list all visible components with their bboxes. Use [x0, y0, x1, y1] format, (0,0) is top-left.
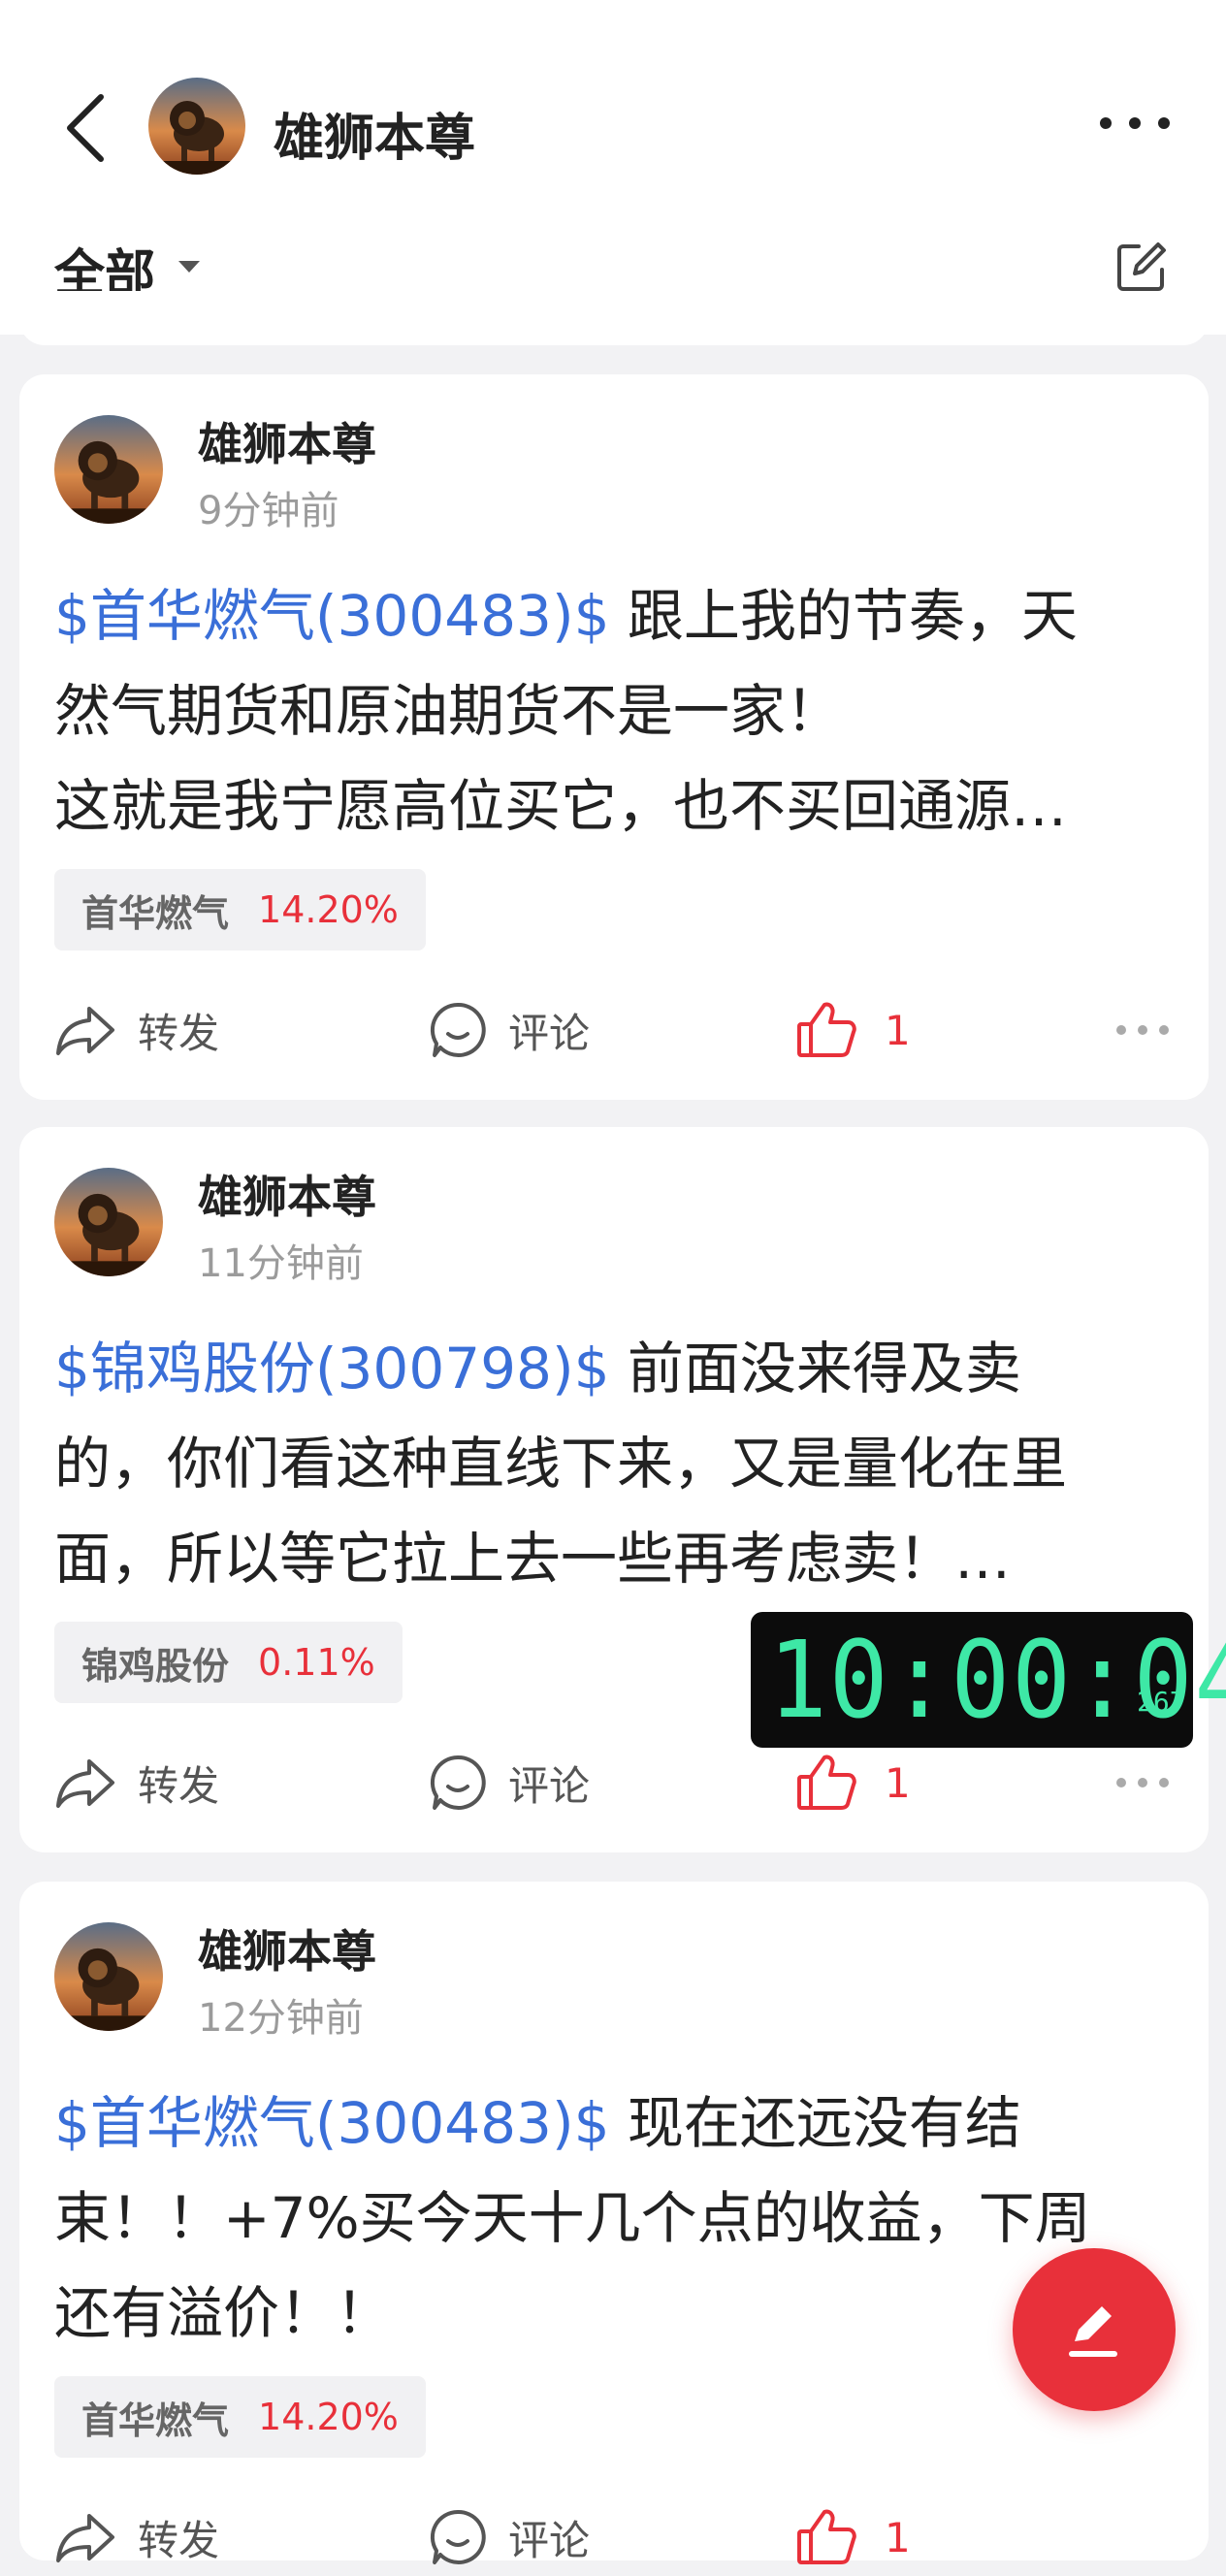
stock-link[interactable]: $首华燃气(300483)$	[54, 583, 609, 649]
top-bar: 雄狮本尊 全部	[0, 0, 1226, 335]
post-text-line: 前面没来得及卖	[609, 1336, 1021, 1401]
stock-link[interactable]: $首华燃气(300483)$	[54, 2090, 609, 2156]
author-name[interactable]: 雄狮本尊	[198, 1916, 376, 1980]
like-icon	[797, 1002, 856, 1057]
post-text-line: 束！！+7%买今天十几个点的收益，下周	[54, 2185, 1091, 2251]
avatar[interactable]	[148, 78, 245, 175]
avatar[interactable]	[54, 1922, 163, 2031]
avatar[interactable]	[54, 415, 163, 524]
back-icon[interactable]	[58, 89, 116, 167]
post-card[interactable]: 雄狮本尊 12分钟前 $首华燃气(300483)$ 现在还远没有结 束！！+7%…	[19, 1882, 1209, 2564]
author-name[interactable]: 雄狮本尊	[198, 1162, 376, 1226]
stock-tag[interactable]: 首华燃气 14.20%	[54, 2376, 426, 2458]
post-text-line: 还有溢价！！	[54, 2280, 393, 2346]
post-text-line: 跟上我的节奏，天	[609, 583, 1078, 649]
stock-tag-change: 0.11%	[258, 1641, 375, 1684]
post-actions: 转发 评论 1	[19, 2498, 1209, 2576]
clock-milliseconds: 267	[1137, 1686, 1186, 1718]
post-text-line: 然气期货和原油期货不是一家！	[54, 678, 843, 744]
comment-button[interactable]: 评论	[429, 1744, 590, 1821]
page-title: 雄狮本尊	[274, 110, 476, 168]
post-time: 11分钟前	[198, 1241, 364, 1286]
chevron-down-icon[interactable]	[177, 258, 202, 275]
avatar[interactable]	[54, 1168, 163, 1276]
comment-button[interactable]: 评论	[429, 991, 590, 1069]
post-actions: 转发 评论 1	[19, 991, 1209, 1069]
comment-icon	[430, 1002, 486, 1057]
stock-tag-name: 首华燃气	[81, 2399, 230, 2442]
edit-fab-icon	[1069, 2306, 1117, 2357]
stock-tag[interactable]: 首华燃气 14.20%	[54, 869, 426, 950]
comment-button[interactable]: 评论	[429, 2498, 590, 2576]
more-icon[interactable]	[1113, 1020, 1172, 1040]
more-icon[interactable]	[1096, 109, 1174, 138]
author-name[interactable]: 雄狮本尊	[198, 409, 376, 473]
post-text-line: 这就是我宁愿高位买它，也不买回通源…	[54, 773, 1068, 839]
like-button[interactable]: 1	[795, 991, 911, 1069]
like-count: 1	[885, 1006, 911, 1054]
post-content[interactable]: $首华燃气(300483)$ 现在还远没有结 束！！+7%买今天十几个点的收益，…	[54, 2076, 1179, 2361]
stock-tag-name: 首华燃气	[81, 891, 230, 935]
like-button[interactable]: 1	[795, 1744, 911, 1821]
like-button[interactable]: 1	[795, 2498, 911, 2576]
stock-tag-change: 14.20%	[258, 888, 399, 931]
previous-card-edge	[19, 291, 1209, 345]
stock-tag-name: 锦鸡股份	[81, 1644, 230, 1688]
repost-button[interactable]: 转发	[54, 1744, 219, 1821]
repost-icon	[56, 1759, 114, 1808]
repost-icon	[56, 2514, 114, 2562]
like-icon	[797, 1755, 856, 1810]
stock-link[interactable]: $锦鸡股份(300798)$	[54, 1336, 609, 1401]
post-actions: 转发 评论 1	[19, 1744, 1209, 1821]
post-card[interactable]: 雄狮本尊 9分钟前 $首华燃气(300483)$ 跟上我的节奏，天 然气期货和原…	[19, 374, 1209, 1100]
more-icon[interactable]	[1113, 1773, 1172, 1792]
repost-button[interactable]: 转发	[54, 2498, 219, 2576]
overlay-clock: 10:00:04 267	[751, 1612, 1226, 1748]
post-content[interactable]: $首华燃气(300483)$ 跟上我的节奏，天 然气期货和原油期货不是一家！ 这…	[54, 568, 1179, 853]
post-text-line: 面，所以等它拉上去一些再考虑卖！…	[54, 1526, 1012, 1592]
post-time: 9分钟前	[198, 489, 339, 533]
like-icon	[797, 2509, 856, 2564]
comment-icon	[430, 2509, 486, 2564]
like-count: 1	[885, 1758, 911, 1807]
post-text-line: 现在还远没有结	[609, 2090, 1021, 2156]
like-count: 1	[885, 2513, 911, 2561]
repost-button[interactable]: 转发	[54, 991, 219, 1069]
post-text-line: 的，你们看这种直线下来，又是量化在里	[54, 1431, 1068, 1497]
clock-time: 10:00:04	[768, 1618, 1226, 1742]
post-content[interactable]: $锦鸡股份(300798)$ 前面没来得及卖 的，你们看这种直线下来，又是量化在…	[54, 1321, 1179, 1606]
stock-tag-change: 14.20%	[258, 2396, 399, 2438]
compose-icon[interactable]	[1113, 239, 1170, 295]
stock-tag[interactable]: 锦鸡股份 0.11%	[54, 1622, 403, 1703]
repost-icon	[56, 1007, 114, 1055]
new-post-button[interactable]	[1013, 2248, 1176, 2411]
comment-icon	[430, 1755, 486, 1810]
post-time: 12分钟前	[198, 1996, 364, 2041]
